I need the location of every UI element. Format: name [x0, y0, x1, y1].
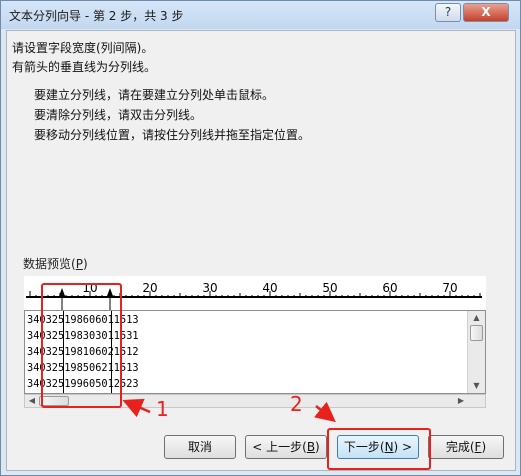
data-row: 340325199605012523: [27, 378, 139, 390]
intro-line-1: 请设置字段宽度(列间隔)。: [12, 41, 154, 55]
ruler-svg: 10 20 30 40 50 60 70: [26, 281, 482, 310]
horizontal-scrollbar[interactable]: ◀ ▶: [24, 394, 486, 408]
dialog-window: 文本分列向导 - 第 2 步，共 3 步 ? X 请设置字段宽度(列间隔)。 有…: [0, 0, 521, 476]
ruler-label-70: 70: [442, 281, 457, 295]
data-preview-grid[interactable]: 340325198606011513 340325198303011531 34…: [24, 310, 486, 394]
ruler-label-10: 10: [82, 281, 97, 295]
annotation-number-2: 2: [290, 392, 303, 416]
scroll-down-arrow-icon[interactable]: ▼: [468, 381, 485, 390]
dialog-body: 请设置字段宽度(列间隔)。 有箭头的垂直线为分列线。 要建立分列线，请在要建立分…: [6, 30, 516, 471]
data-row: 340325198303011531: [27, 330, 139, 342]
ruler-label-50: 50: [322, 281, 337, 295]
data-row: 340325198106021512: [27, 346, 139, 358]
intro-line-2: 有箭头的垂直线为分列线。: [12, 60, 157, 74]
ruler-label-30: 30: [202, 281, 217, 295]
close-button[interactable]: X: [463, 3, 509, 22]
instruction-1: 要建立分列线，请在要建立分列处单击鼠标。: [34, 88, 275, 102]
instruction-3: 要移动分列线位置，请按住分列线并拖至指定位置。: [34, 128, 311, 142]
cancel-button[interactable]: 取消: [164, 435, 236, 459]
help-button[interactable]: ?: [435, 3, 461, 22]
ruler-label-20: 20: [142, 281, 157, 295]
data-row: 340325198506211513: [27, 362, 139, 374]
ruler-label-40: 40: [262, 281, 277, 295]
break-line-1-grid: [63, 311, 64, 393]
scroll-left-arrow-icon[interactable]: ◀: [27, 396, 37, 405]
annotation-number-1: 1: [156, 397, 169, 421]
break-line-2-grid: [111, 311, 112, 393]
next-step-button[interactable]: 下一步(N) >: [337, 435, 419, 459]
column-ruler[interactable]: 10 20 30 40 50 60 70: [24, 276, 486, 310]
window-title: 文本分列向导 - 第 2 步，共 3 步: [9, 9, 184, 23]
prev-step-button[interactable]: < 上一步(B): [245, 435, 327, 459]
vertical-scrollbar[interactable]: ▲ ▼: [467, 311, 485, 393]
vertical-scroll-thumb[interactable]: [470, 325, 483, 341]
scroll-right-arrow-icon[interactable]: ▶: [456, 396, 466, 405]
data-row: 340325198606011513: [27, 314, 139, 326]
horizontal-scroll-thumb[interactable]: [39, 396, 69, 406]
title-bar[interactable]: 文本分列向导 - 第 2 步，共 3 步 ? X: [1, 1, 520, 29]
finish-button[interactable]: 完成(F): [428, 435, 504, 459]
instruction-2: 要清除分列线，请双击分列线。: [34, 108, 203, 122]
scroll-up-arrow-icon[interactable]: ▲: [468, 313, 485, 322]
data-preview-label: 数据预览(P): [23, 257, 88, 271]
ruler-label-60: 60: [382, 281, 397, 295]
